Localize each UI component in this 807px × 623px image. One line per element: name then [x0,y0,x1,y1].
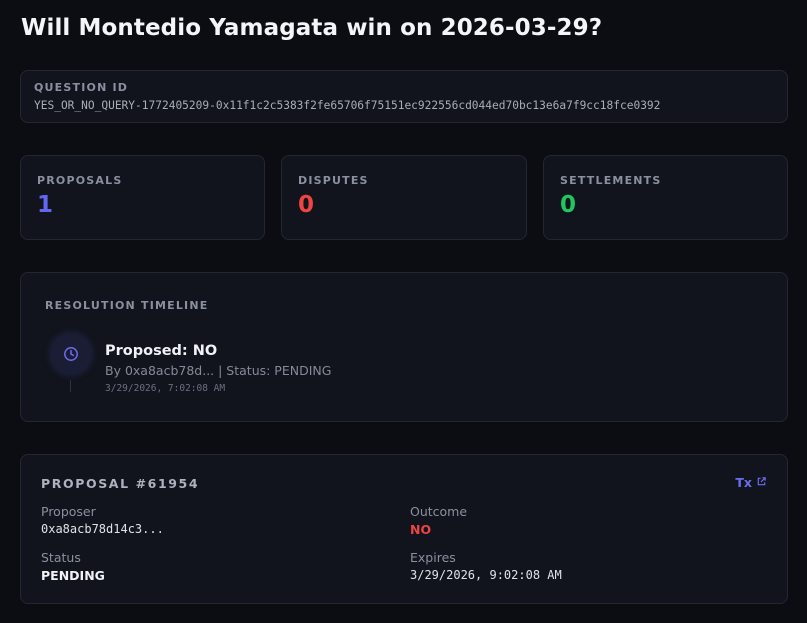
status-label: Status [41,550,81,565]
disputes-label: DISPUTES [298,174,369,187]
proposal-card: PROPOSAL #61954 Tx Proposer 0xa8acb78d14… [20,454,788,604]
clock-icon [52,335,90,373]
external-link-icon[interactable] [756,475,767,490]
expires-value: 3/29/2026, 9:02:08 AM [410,568,562,582]
settlements-label: SETTLEMENTS [560,174,662,187]
status-value: PENDING [41,568,105,583]
outcome-value: NO [410,522,432,537]
settlements-count: 0 [560,192,577,218]
disputes-count: 0 [298,192,315,218]
resolution-timeline-card: RESOLUTION TIMELINE Proposed: NO By 0xa8… [20,272,788,422]
proposer-label: Proposer [41,504,96,519]
outcome-label: Outcome [410,504,468,519]
proposals-count: 1 [37,192,54,218]
question-id-value: YES_OR_NO_QUERY-1772405209-0x11f1c2c5383… [34,99,661,112]
proposals-label: PROPOSALS [37,174,123,187]
tx-link[interactable]: Tx [735,475,767,490]
timeline-event-time: 3/29/2026, 7:02:08 AM [105,383,226,394]
question-id-card: QUESTION ID YES_OR_NO_QUERY-1772405209-0… [20,70,788,123]
page-title: Will Montedio Yamagata win on 2026-03-29… [21,15,603,41]
settlements-stat-card: SETTLEMENTS 0 [543,155,788,240]
timeline-event-subtitle: By 0xa8acb78d... | Status: PENDING [105,363,332,378]
proposer-value: 0xa8acb78d14c3... [41,522,164,536]
timeline-connector [70,380,71,392]
tx-link-label[interactable]: Tx [735,475,752,490]
proposals-stat-card: PROPOSALS 1 [20,155,265,240]
proposal-title: PROPOSAL #61954 [41,476,200,491]
question-id-label: QUESTION ID [34,81,129,94]
expires-label: Expires [410,550,456,565]
timeline-label: RESOLUTION TIMELINE [45,299,209,312]
timeline-event-title: Proposed: NO [105,343,218,359]
disputes-stat-card: DISPUTES 0 [281,155,527,240]
